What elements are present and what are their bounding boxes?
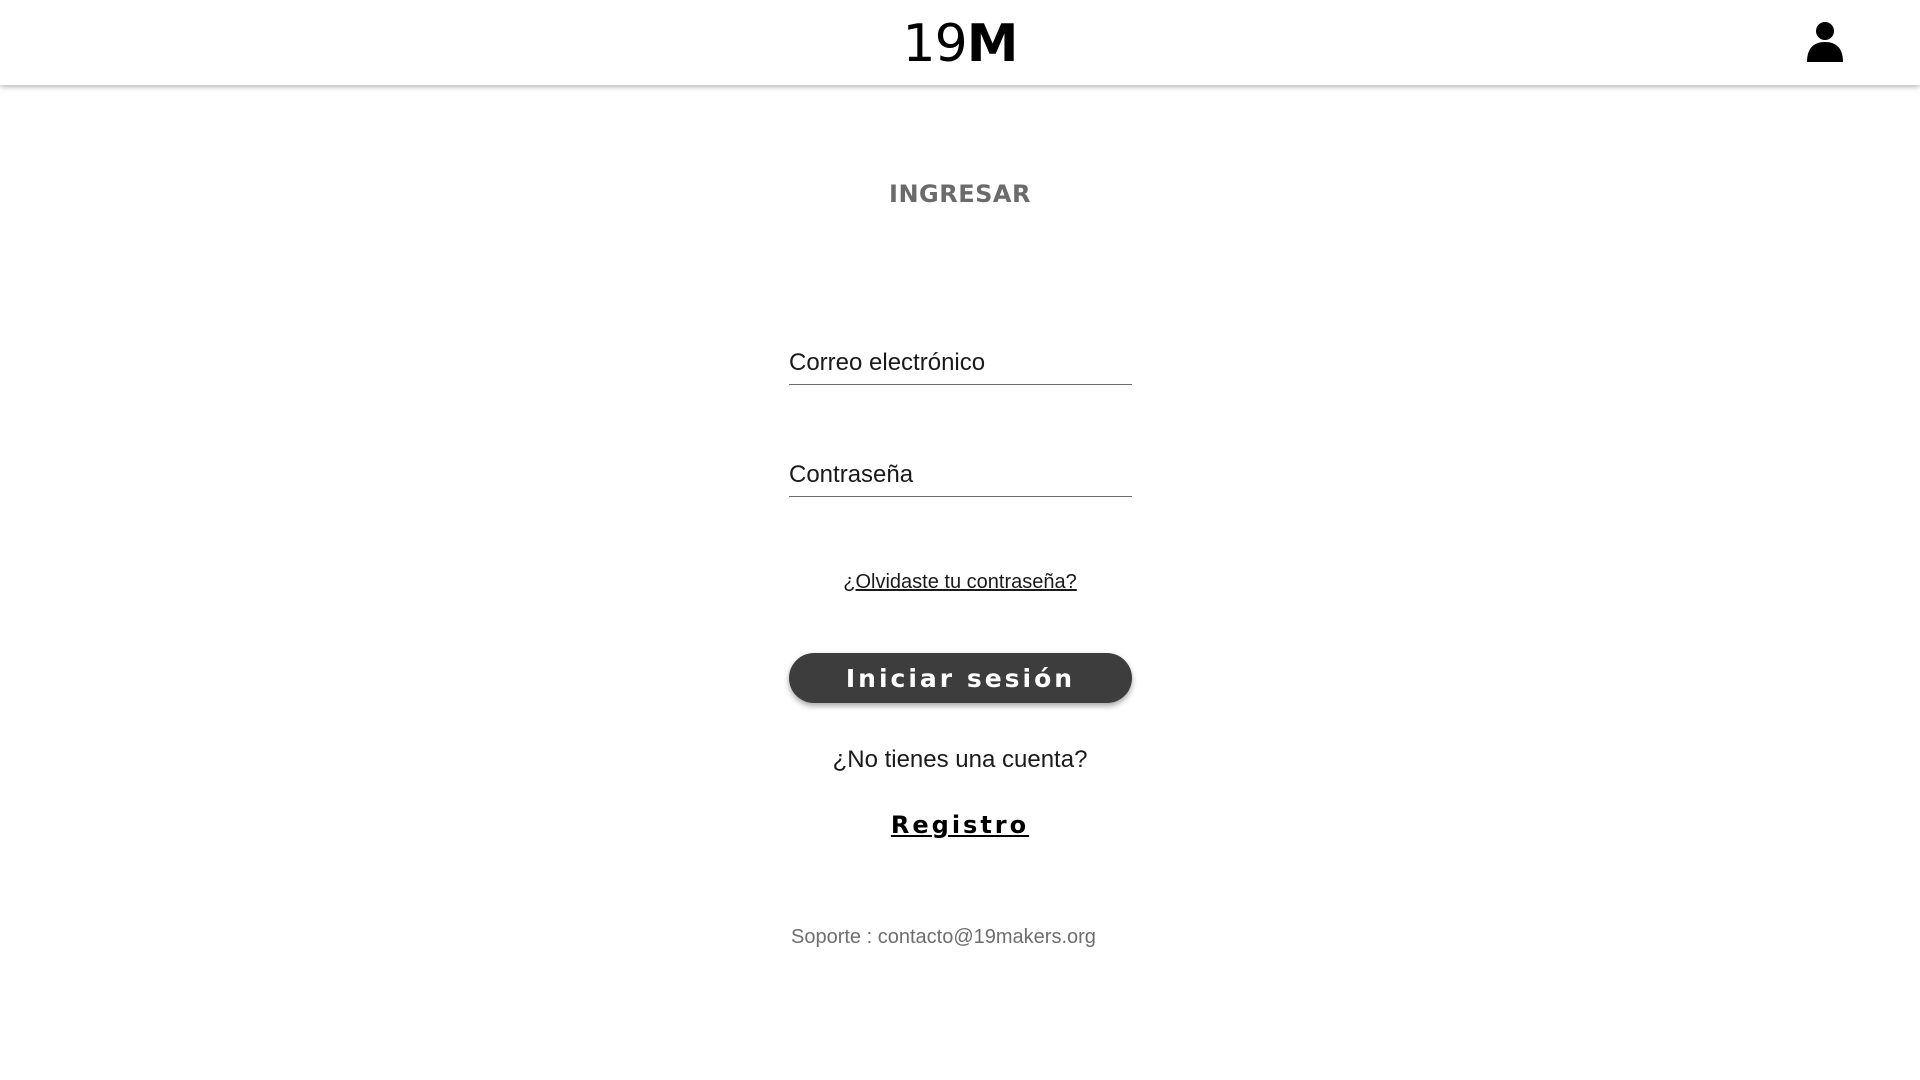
logo[interactable]: 19M	[903, 18, 1019, 70]
password-field[interactable]	[789, 454, 1132, 496]
forgot-password-link[interactable]: ¿Olvidaste tu contraseña?	[843, 571, 1076, 593]
logo-container: 19M	[0, 0, 1920, 85]
login-page: INGRESAR ¿Olvidaste tu contraseña? Inici…	[0, 85, 1920, 1080]
forgot-password-row: ¿Olvidaste tu contraseña?	[0, 571, 1920, 594]
top-bar: 19M	[0, 0, 1920, 85]
page-title: INGRESAR	[889, 180, 1031, 208]
password-field-container	[789, 454, 1132, 497]
user-icon[interactable]	[1805, 21, 1845, 63]
email-field-container	[789, 342, 1132, 385]
register-row: Registro	[0, 811, 1920, 839]
no-account-text: ¿No tienes una cuenta?	[832, 746, 1088, 773]
login-button[interactable]: Iniciar sesión	[789, 653, 1132, 703]
register-link[interactable]: Registro	[891, 811, 1029, 839]
user-icon-graphic	[1807, 22, 1843, 62]
support-contact: Soporte : contacto@19makers.org	[791, 926, 1096, 948]
logo-letter: M	[966, 13, 1019, 74]
logo-number: 19	[902, 13, 968, 74]
email-field[interactable]	[789, 342, 1132, 384]
